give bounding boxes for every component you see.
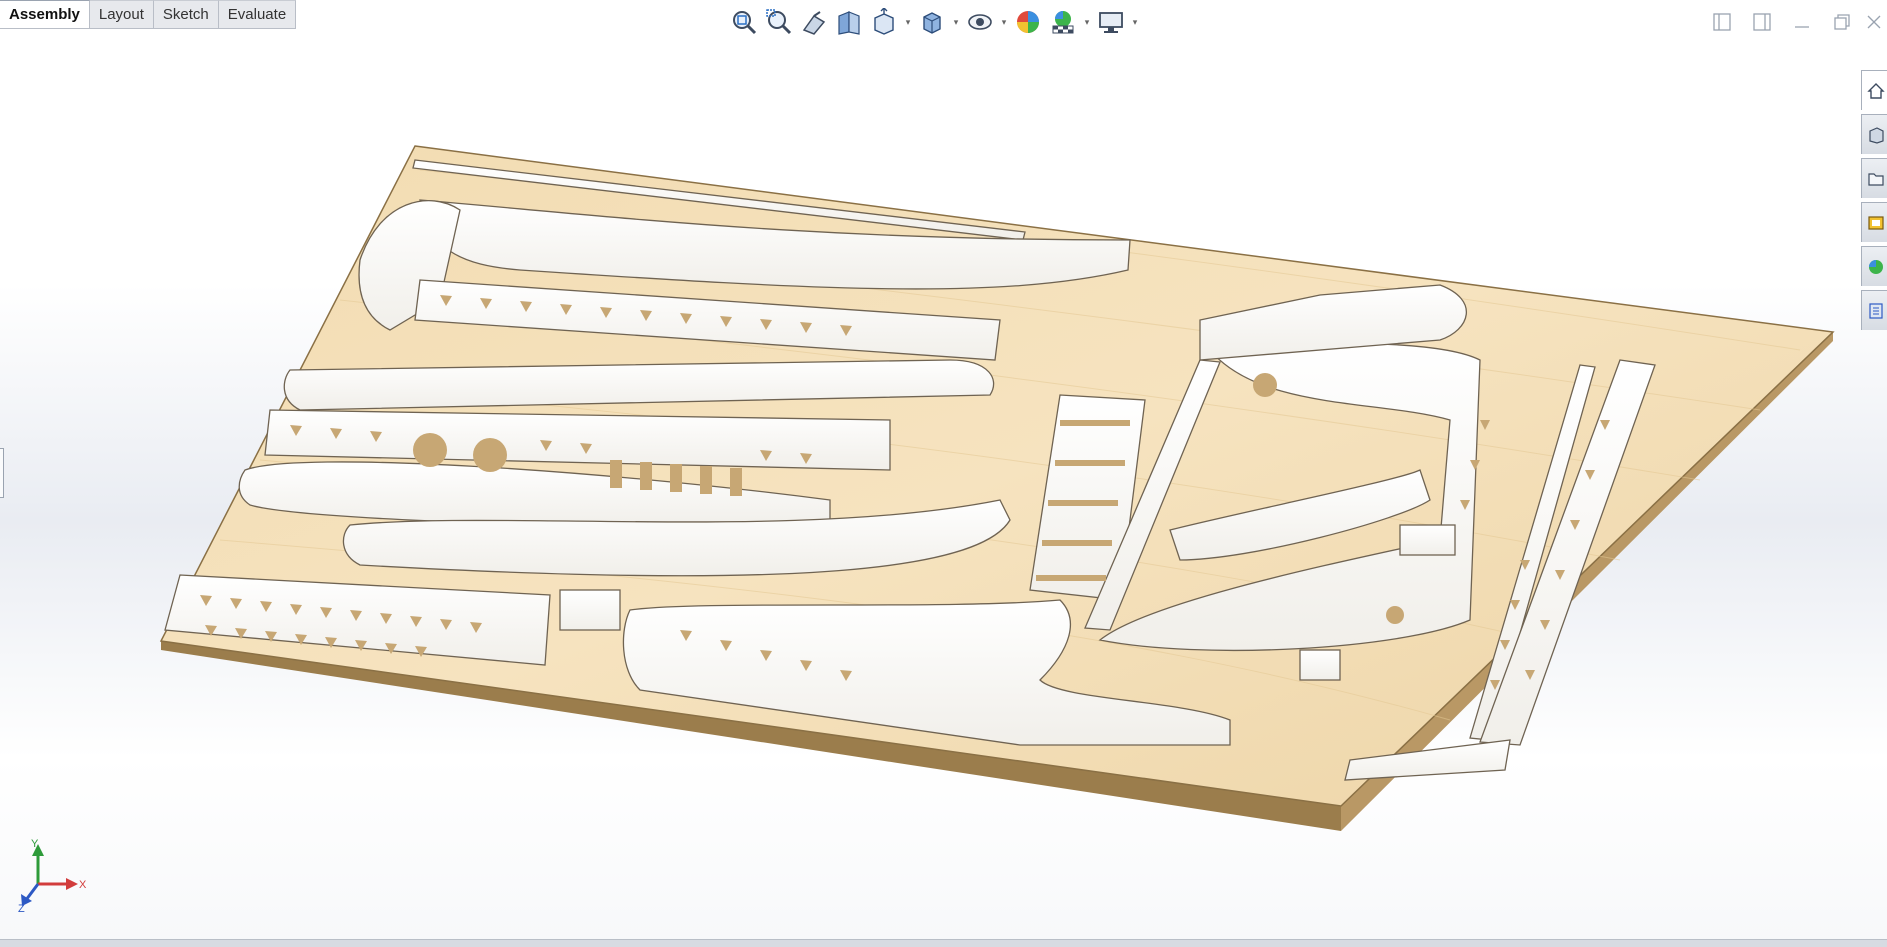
triad-y-label: Y xyxy=(31,838,39,850)
file-explorer-icon[interactable] xyxy=(1861,158,1887,198)
bottom-border xyxy=(0,939,1887,947)
task-pane-tabs xyxy=(1861,70,1887,334)
design-library-icon[interactable] xyxy=(1861,114,1887,154)
part-small-2[interactable] xyxy=(1399,524,1456,556)
custom-properties-icon[interactable] xyxy=(1861,290,1887,330)
triad-x-label: X xyxy=(79,879,87,891)
graphics-area[interactable]: Assembly Layout Sketch Evaluate ▾ ▾ ▾ ▾ … xyxy=(0,0,1887,940)
appearances-icon[interactable] xyxy=(1861,246,1887,286)
home-icon[interactable] xyxy=(1861,70,1887,110)
triad-z-label: Z xyxy=(18,903,25,912)
reference-triad: Y X Z xyxy=(18,838,87,912)
part-small-3[interactable] xyxy=(1299,649,1341,681)
view-palette-icon[interactable] xyxy=(1861,202,1887,242)
plywood-sheet-assembly[interactable] xyxy=(0,0,1887,940)
feature-manager-flyout-handle[interactable] xyxy=(0,448,4,498)
part-small-1[interactable] xyxy=(559,589,621,631)
